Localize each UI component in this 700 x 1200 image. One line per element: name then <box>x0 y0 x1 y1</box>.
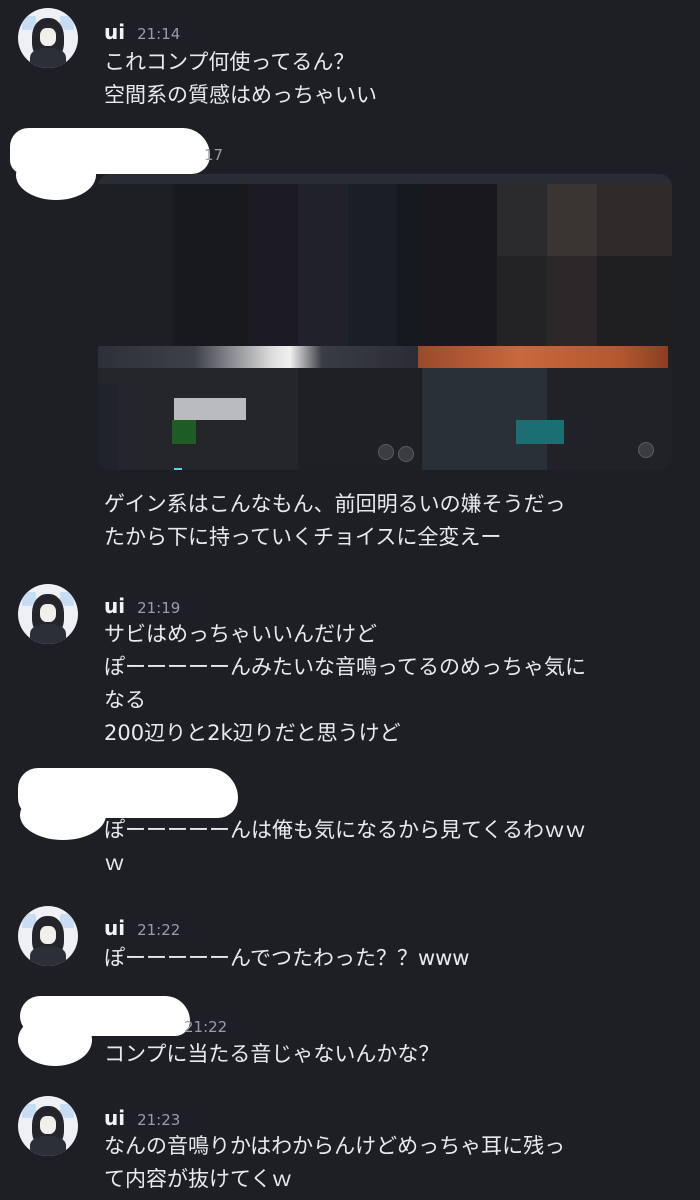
avatar[interactable] <box>18 906 78 966</box>
message-header: ui 21:23 <box>104 1106 180 1130</box>
avatar-face <box>40 28 56 46</box>
knob-icon <box>398 446 414 462</box>
timestamp: 21:22 <box>137 921 181 939</box>
message-text: ぽーーーーーんは俺も気になるから見てくるわｗｗ ｗ <box>104 818 586 875</box>
avatar-face <box>40 604 56 622</box>
avatar-body <box>30 48 66 68</box>
avatar-body <box>30 946 66 966</box>
pixelated-track <box>98 346 418 368</box>
redaction-mark <box>20 790 106 840</box>
message-text: これコンプ何使ってるん？ 空間系の質感はめっちゃいい <box>104 50 377 107</box>
redaction-mark <box>16 150 96 200</box>
pixelated-block <box>172 420 196 444</box>
message-text: サビはめっちゃいいんだけど ぽーーーーーんみたいな音鳴ってるのめっちゃ気に なる… <box>104 622 586 745</box>
timestamp: 21:22 <box>184 1018 228 1036</box>
knob-icon <box>638 442 654 458</box>
message-text: ゲイン系はこんなもん、前回明るいの嫌そうだっ たから下に持っていくチョイスに全変… <box>104 492 566 549</box>
username[interactable]: ui <box>104 1106 125 1130</box>
pixelated-panel <box>98 384 118 470</box>
timestamp: 21:19 <box>137 599 181 617</box>
pixelated-waveform <box>418 346 668 368</box>
chat-log: ui 21:14 これコンプ何使ってるん？ 空間系の質感はめっちゃいい 17 ゲ… <box>0 0 700 1200</box>
message-header: ui 21:14 <box>104 20 180 44</box>
avatar-body <box>30 624 66 644</box>
screenshot-titlebar <box>98 174 672 184</box>
username[interactable]: ui <box>104 916 125 940</box>
message-header: ui 21:19 <box>104 594 180 618</box>
avatar[interactable] <box>18 584 78 644</box>
timestamp: 21:23 <box>137 1111 181 1129</box>
username[interactable]: ui <box>104 20 125 44</box>
avatar-body <box>30 1136 66 1156</box>
avatar-face <box>40 926 56 944</box>
timestamp: 21:14 <box>137 25 181 43</box>
attached-screenshot[interactable] <box>98 174 672 470</box>
knob-icon <box>378 444 394 460</box>
redaction-mark <box>18 1014 92 1066</box>
username[interactable]: ui <box>104 594 125 618</box>
timestamp: 17 <box>204 146 224 164</box>
pixelated-block <box>516 420 564 444</box>
message-text: コンプに当たる音じゃないんかな？ <box>104 1042 440 1066</box>
avatar-face <box>40 1116 56 1134</box>
pixelated-block <box>174 468 182 470</box>
pixelated-block <box>174 398 246 420</box>
message-header: ui 21:22 <box>104 916 180 940</box>
message-text: ぽーーーーーんでつたわった？？www <box>104 946 470 970</box>
avatar[interactable] <box>18 8 78 68</box>
message-text: なんの音鳴りかはわからんけどめっちゃ耳に残っ て内容が抜けてくｗ <box>104 1134 566 1191</box>
avatar[interactable] <box>18 1096 78 1156</box>
